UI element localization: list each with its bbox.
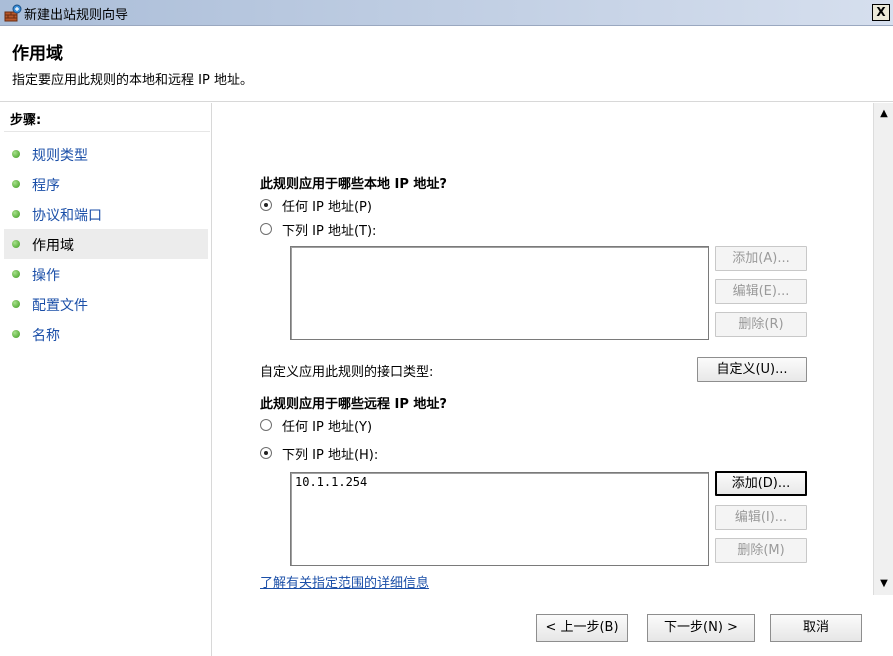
remote-ip-question: 此规则应用于哪些远程 IP 地址? xyxy=(260,397,447,412)
radio-label: 下列 IP 地址(T): xyxy=(282,224,377,239)
radio-indicator xyxy=(260,199,272,211)
next-button[interactable]: 下一步(N) > xyxy=(647,614,755,642)
remote-ip-entry[interactable]: 10.1.1.254 xyxy=(295,475,367,489)
page-title: 作用域 xyxy=(12,44,63,64)
step-label: 程序 xyxy=(32,178,60,194)
remote-list-ip-radio[interactable]: 下列 IP 地址(H): xyxy=(260,444,510,464)
close-button[interactable]: X xyxy=(872,4,890,21)
customize-interface-button[interactable]: 自定义(U)... xyxy=(697,357,807,382)
window-title: 新建出站规则向导 xyxy=(24,8,129,23)
remote-any-ip-radio[interactable]: 任何 IP 地址(Y) xyxy=(260,416,510,436)
step-bullet-icon xyxy=(12,210,20,218)
radio-indicator xyxy=(260,447,272,459)
step-action[interactable]: 操作 xyxy=(4,259,208,289)
step-label: 配置文件 xyxy=(32,298,88,314)
remote-delete-button[interactable]: 删除(M) xyxy=(715,538,807,563)
step-bullet-icon xyxy=(12,240,20,248)
step-bullet-icon xyxy=(12,330,20,338)
step-bullet-icon xyxy=(12,300,20,308)
step-profile[interactable]: 配置文件 xyxy=(4,289,208,319)
steps-divider xyxy=(4,131,210,132)
remote-ip-list[interactable]: 10.1.1.254 xyxy=(290,472,709,566)
cancel-button[interactable]: 取消 xyxy=(770,614,862,642)
local-ip-question: 此规则应用于哪些本地 IP 地址? xyxy=(260,177,447,192)
step-label: 操作 xyxy=(32,268,60,284)
local-delete-button[interactable]: 删除(R) xyxy=(715,312,807,337)
scroll-down-icon[interactable]: ▼ xyxy=(875,575,893,593)
step-bullet-icon xyxy=(12,270,20,278)
step-rule-type[interactable]: 规则类型 xyxy=(4,139,208,169)
step-label: 协议和端口 xyxy=(32,208,102,224)
radio-label: 任何 IP 地址(Y) xyxy=(282,420,373,435)
steps-pane: 步骤: 规则类型 程序 协议和端口 作用域 操作 配置文件 名称 xyxy=(0,103,212,656)
steps-label: 步骤: xyxy=(10,113,42,128)
back-button[interactable]: < 上一步(B) xyxy=(536,614,628,642)
remote-add-button[interactable]: 添加(D)... xyxy=(715,471,807,496)
learn-more-link[interactable]: 了解有关指定范围的详细信息 xyxy=(260,572,429,591)
title-bar: 新建出站规则向导 X xyxy=(0,0,893,26)
radio-label: 下列 IP 地址(H): xyxy=(282,448,379,463)
step-name[interactable]: 名称 xyxy=(4,319,208,349)
remote-edit-button[interactable]: 编辑(I)... xyxy=(715,505,807,530)
local-any-ip-radio[interactable]: 任何 IP 地址(P) xyxy=(260,196,510,216)
wizard-header: 作用域 指定要应用此规则的本地和远程 IP 地址。 xyxy=(0,27,893,102)
step-program[interactable]: 程序 xyxy=(4,169,208,199)
scope-panel: 此规则应用于哪些本地 IP 地址? 任何 IP 地址(P) 下列 IP 地址(T… xyxy=(214,103,873,656)
interface-type-label: 自定义应用此规则的接口类型: xyxy=(260,365,434,380)
radio-indicator xyxy=(260,419,272,431)
local-ip-list[interactable] xyxy=(290,246,709,340)
step-protocol-ports[interactable]: 协议和端口 xyxy=(4,199,208,229)
step-label: 名称 xyxy=(32,328,60,344)
step-bullet-icon xyxy=(12,150,20,158)
local-edit-button[interactable]: 编辑(E)... xyxy=(715,279,807,304)
radio-label: 任何 IP 地址(P) xyxy=(282,200,372,215)
step-label: 规则类型 xyxy=(32,148,88,164)
radio-indicator xyxy=(260,223,272,235)
scroll-up-icon[interactable]: ▲ xyxy=(875,105,893,123)
step-label: 作用域 xyxy=(32,238,74,254)
page-subtitle: 指定要应用此规则的本地和远程 IP 地址。 xyxy=(12,73,253,88)
firewall-wizard-icon xyxy=(4,4,22,22)
local-add-button[interactable]: 添加(A)... xyxy=(715,246,807,271)
local-list-ip-radio[interactable]: 下列 IP 地址(T): xyxy=(260,220,510,240)
step-bullet-icon xyxy=(12,180,20,188)
vertical-scrollbar[interactable]: ▲ ▼ xyxy=(873,103,893,595)
step-scope[interactable]: 作用域 xyxy=(4,229,208,259)
